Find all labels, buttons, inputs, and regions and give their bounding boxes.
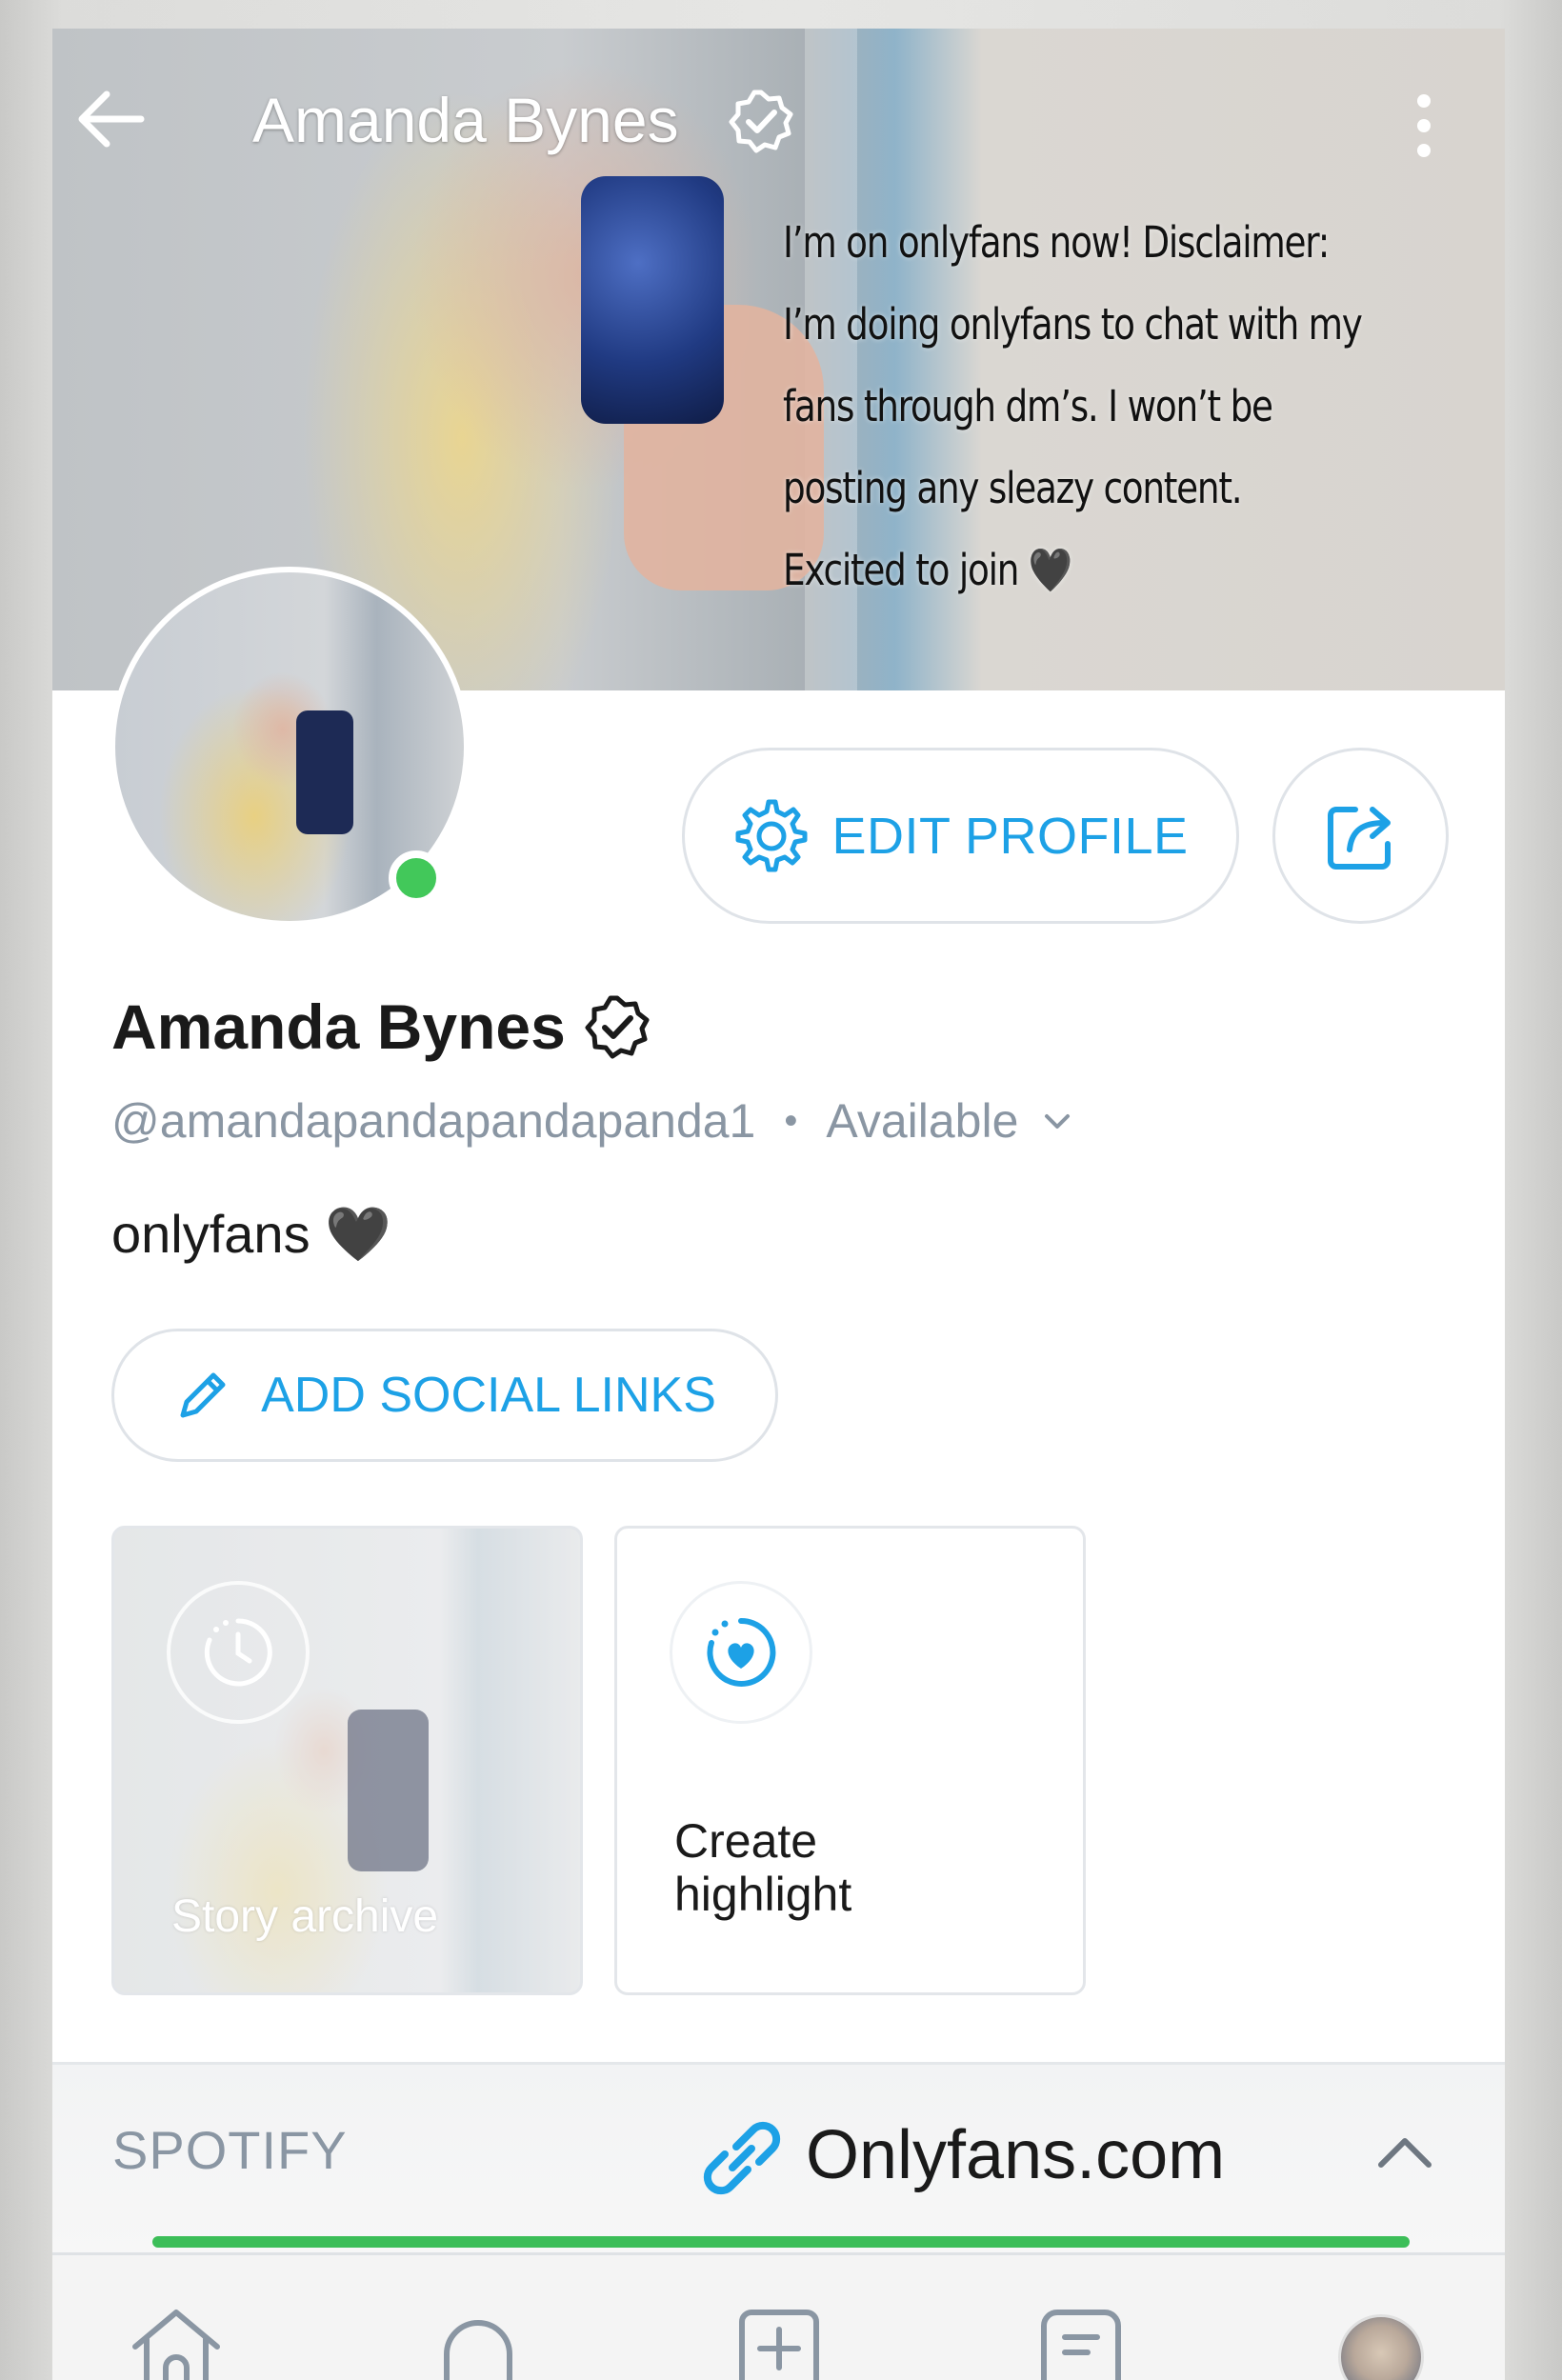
arrow-left-icon — [78, 90, 145, 148]
back-button[interactable] — [67, 76, 152, 162]
link-icon — [703, 2121, 781, 2195]
home-icon — [132, 2310, 220, 2380]
online-status-indicator — [389, 850, 444, 906]
chevron-up-icon — [1378, 2138, 1432, 2168]
add-post-icon — [739, 2310, 819, 2380]
availability-status[interactable]: Available — [826, 1093, 1018, 1149]
handle-row: @amandapandapandapanda1 • Available — [111, 1093, 1079, 1149]
share-profile-button[interactable] — [1272, 748, 1449, 924]
profile-name: Amanda Bynes — [111, 991, 566, 1062]
verified-badge-icon — [729, 90, 793, 153]
cover-caption-text: I’m on onlyfans now! Disclaimer: I’m doi… — [783, 217, 1363, 595]
link-progress-bar — [152, 2236, 1410, 2248]
vertical-dots-icon — [1417, 94, 1431, 157]
chevron-down-icon[interactable] — [1035, 1099, 1079, 1143]
create-highlight-tile[interactable]: Create highlight — [614, 1526, 1086, 1995]
cover-phone-shape — [581, 176, 724, 424]
verified-badge-icon — [585, 995, 650, 1059]
spotify-label[interactable]: SPOTIFY — [112, 2119, 348, 2181]
separator-dot: • — [784, 1099, 798, 1142]
pencil-icon — [180, 1372, 226, 1418]
nav-home-button[interactable] — [119, 2305, 233, 2380]
edit-profile-button[interactable]: EDIT PROFILE — [682, 748, 1239, 924]
gear-icon — [735, 799, 808, 871]
story-archive-label: Story archive — [171, 1891, 439, 1942]
nav-add-post-button[interactable] — [722, 2305, 836, 2380]
bell-icon — [444, 2320, 512, 2380]
header-title: Amanda Bynes — [252, 85, 679, 155]
add-social-links-label: ADD SOCIAL LINKS — [261, 1368, 716, 1423]
create-highlight-label: Create highlight — [674, 1814, 852, 1921]
share-icon — [1327, 806, 1391, 870]
profile-bio: onlyfans 🖤 — [111, 1204, 391, 1264]
story-archive-tile[interactable]: Story archive — [111, 1526, 583, 1995]
nav-messages-button[interactable] — [1024, 2305, 1138, 2380]
more-options-button[interactable] — [1395, 86, 1452, 171]
clock-history-icon — [167, 1581, 310, 1724]
highlight-heart-icon — [670, 1581, 812, 1724]
nav-notifications-button[interactable] — [421, 2305, 535, 2380]
edit-profile-label: EDIT PROFILE — [831, 807, 1189, 865]
add-social-links-button[interactable]: ADD SOCIAL LINKS — [111, 1329, 778, 1462]
collapse-button[interactable] — [1362, 2119, 1448, 2186]
avatar-phone-shape — [296, 710, 353, 834]
messages-icon — [1041, 2310, 1121, 2380]
link-url[interactable]: Onlyfans.com — [806, 2116, 1225, 2194]
profile-handle: @amandapandapandapanda1 — [111, 1094, 756, 1148]
